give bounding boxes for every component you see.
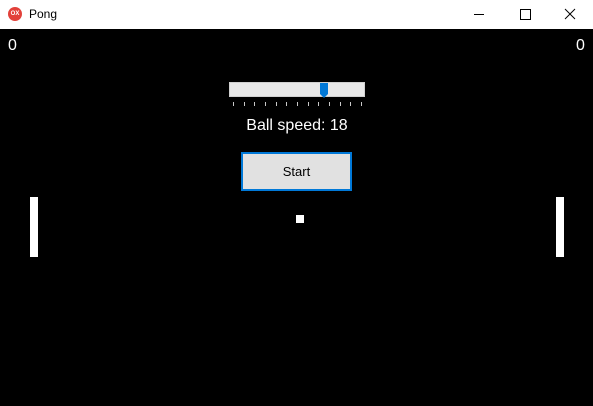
slider-tick bbox=[329, 102, 330, 106]
ball-speed-label: Ball speed: 18 bbox=[246, 117, 348, 134]
slider-tick bbox=[265, 102, 266, 106]
close-button[interactable] bbox=[547, 0, 593, 29]
slider-track[interactable] bbox=[229, 82, 365, 97]
right-paddle bbox=[556, 197, 564, 257]
window-title: Pong bbox=[29, 7, 58, 21]
title-bar[interactable]: OX Pong bbox=[0, 0, 593, 29]
slider-tick bbox=[275, 102, 277, 106]
left-paddle bbox=[30, 197, 38, 257]
right-score: 0 bbox=[576, 37, 585, 54]
ball bbox=[296, 215, 304, 223]
left-score: 0 bbox=[8, 37, 17, 54]
slider-tick bbox=[297, 102, 298, 106]
slider-tick bbox=[350, 102, 352, 106]
slider-tick bbox=[361, 102, 362, 106]
maximize-icon bbox=[520, 9, 531, 20]
start-button[interactable]: Start bbox=[241, 152, 352, 191]
slider-tick bbox=[254, 102, 256, 106]
slider-tick bbox=[307, 102, 309, 106]
maximize-button[interactable] bbox=[502, 0, 548, 29]
pong-window: OX Pong 0 0 Ball speed: 18 Start bbox=[0, 0, 593, 406]
slider-tick bbox=[243, 102, 245, 106]
app-icon: OX bbox=[8, 7, 22, 21]
slider-thumb[interactable] bbox=[319, 83, 328, 98]
slider-tick bbox=[286, 102, 288, 106]
close-icon bbox=[564, 8, 576, 20]
slider-tick bbox=[318, 102, 320, 106]
slider-tick bbox=[339, 102, 341, 106]
slider-tick bbox=[233, 102, 234, 106]
minimize-icon bbox=[474, 14, 484, 15]
minimize-button[interactable] bbox=[456, 0, 502, 29]
ball-speed-slider[interactable] bbox=[229, 82, 365, 108]
